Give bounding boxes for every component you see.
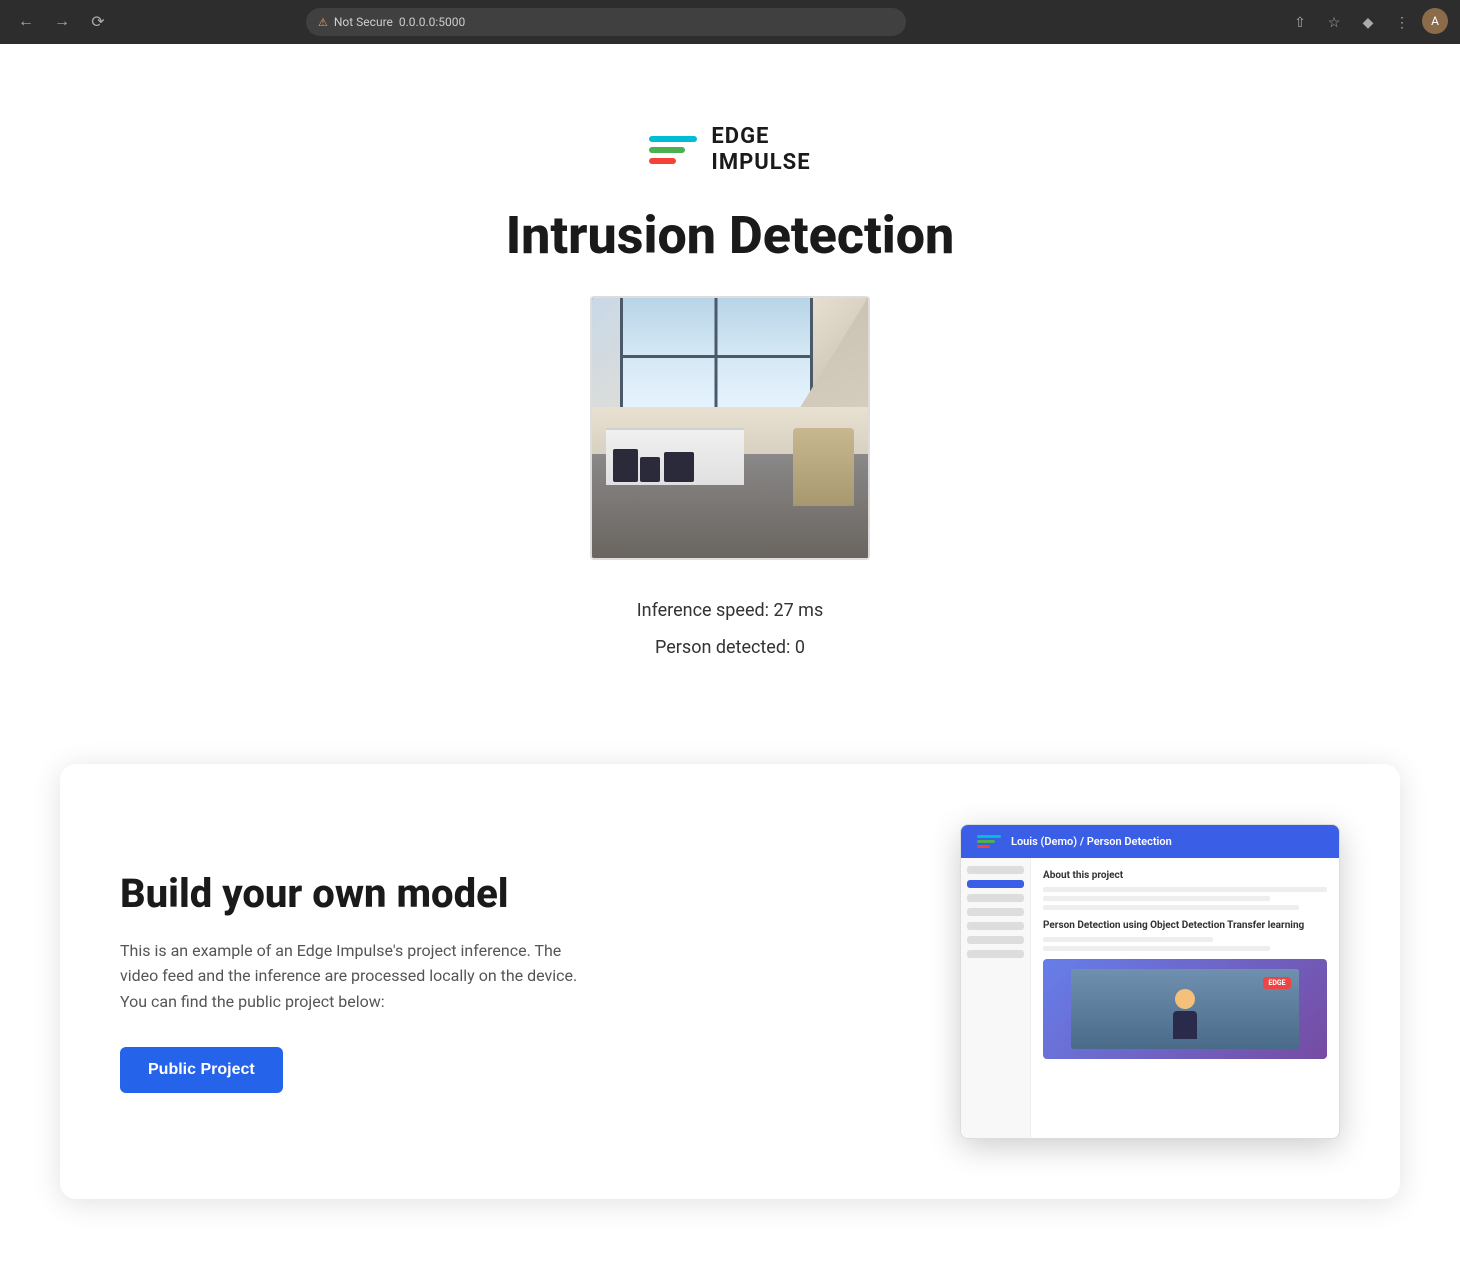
preview-project-section: Person Detection using Object Detection …: [1043, 920, 1327, 951]
extensions-button[interactable]: ◆: [1354, 8, 1382, 36]
shelf: [606, 428, 744, 485]
preview-image-area: EDGE: [1043, 959, 1327, 1059]
page-title: Intrusion Detection: [506, 205, 955, 266]
address-bar[interactable]: ⚠ Not Secure 0.0.0.0:5000: [306, 8, 906, 36]
edge-impulse-logo-icon: [649, 130, 697, 170]
more-button[interactable]: ⋮: [1388, 8, 1416, 36]
preview-logo-bar-cyan: [977, 835, 1001, 838]
preview-sidebar-item-5: [967, 936, 1024, 944]
preview-logo-bar-red: [977, 845, 990, 848]
preview-project-title: Person Detection using Object Detection …: [1043, 920, 1327, 931]
detection-badge: EDGE: [1263, 977, 1290, 989]
logo-bar-green: [649, 147, 685, 153]
preview-screenshot: Louis (Demo) / Person Detection: [960, 824, 1340, 1139]
preview-text-1: [1043, 887, 1327, 892]
logo-bar-cyan: [649, 136, 697, 142]
logo-text: EDGE IMPULSE: [711, 124, 810, 177]
preview-section-heading: About this project: [1043, 870, 1327, 881]
chair: [793, 428, 854, 506]
shelf-item-1: [613, 449, 638, 482]
camera-scene: [592, 298, 868, 558]
security-icon: ⚠: [318, 16, 328, 29]
skylight-frame-horizontal: [623, 355, 810, 358]
preview-header-bar: Louis (Demo) / Person Detection: [961, 825, 1339, 858]
shelf-item-2: [640, 457, 659, 482]
preview-sidebar-item-active: [967, 880, 1024, 888]
preview-logo-icon: [977, 835, 1001, 848]
shelf-item-3: [664, 452, 694, 482]
preview-sidebar-item-1: [967, 866, 1024, 874]
bookmark-button[interactable]: ☆: [1320, 8, 1348, 36]
preview-text-5: [1043, 946, 1270, 951]
logo-bar-red: [649, 158, 675, 164]
profile-button[interactable]: A: [1422, 8, 1448, 34]
info-card-title: Build your own model: [120, 870, 900, 918]
inference-speed: Inference speed: 27 ms: [637, 600, 824, 621]
person-detected: Person detected: 0: [637, 637, 824, 658]
preview-body: About this project Person Detection usin…: [961, 858, 1339, 1138]
preview-text-3: [1043, 905, 1299, 910]
preview-container: Louis (Demo) / Person Detection: [960, 824, 1340, 1139]
info-card-left: Build your own model This is an example …: [120, 870, 900, 1093]
address-text: 0.0.0.0:5000: [399, 15, 465, 29]
header-section: EDGE IMPULSE Intrusion Detection: [0, 44, 1460, 744]
back-button[interactable]: ←: [12, 8, 40, 36]
browser-actions: ⇧ ☆ ◆ ⋮ A: [1286, 8, 1448, 36]
reload-button[interactable]: ⟳: [84, 8, 112, 36]
person-figure: [1170, 989, 1200, 1039]
preview-image-inner: EDGE: [1071, 969, 1298, 1049]
preview-sidebar-item-3: [967, 908, 1024, 916]
info-card-description: This is an example of an Edge Impulse's …: [120, 938, 600, 1015]
security-label: Not Secure: [334, 15, 393, 29]
page-content: EDGE IMPULSE Intrusion Detection: [0, 44, 1460, 1279]
preview-text-2: [1043, 896, 1270, 901]
person-head: [1175, 989, 1195, 1009]
camera-feed: [590, 296, 870, 560]
forward-button[interactable]: →: [48, 8, 76, 36]
stats-section: Inference speed: 27 ms Person detected: …: [637, 560, 824, 704]
logo-container: EDGE IMPULSE: [649, 124, 810, 177]
share-button[interactable]: ⇧: [1286, 8, 1314, 36]
preview-sidebar-item-4: [967, 922, 1024, 930]
preview-sidebar-item-6: [967, 950, 1024, 958]
preview-sidebar-item-2: [967, 894, 1024, 902]
info-card: Build your own model This is an example …: [60, 764, 1400, 1199]
preview-logo-bar-green: [977, 840, 995, 843]
preview-sidebar: [961, 858, 1031, 1138]
preview-main-content: About this project Person Detection usin…: [1031, 858, 1339, 1138]
preview-text-4: [1043, 937, 1213, 942]
skylight: [620, 298, 813, 415]
person-body: [1173, 1011, 1197, 1039]
preview-breadcrumb: Louis (Demo) / Person Detection: [1011, 835, 1172, 848]
browser-chrome: ← → ⟳ ⚠ Not Secure 0.0.0.0:5000 ⇧ ☆ ◆ ⋮ …: [0, 0, 1460, 44]
public-project-button[interactable]: Public Project: [120, 1047, 283, 1093]
